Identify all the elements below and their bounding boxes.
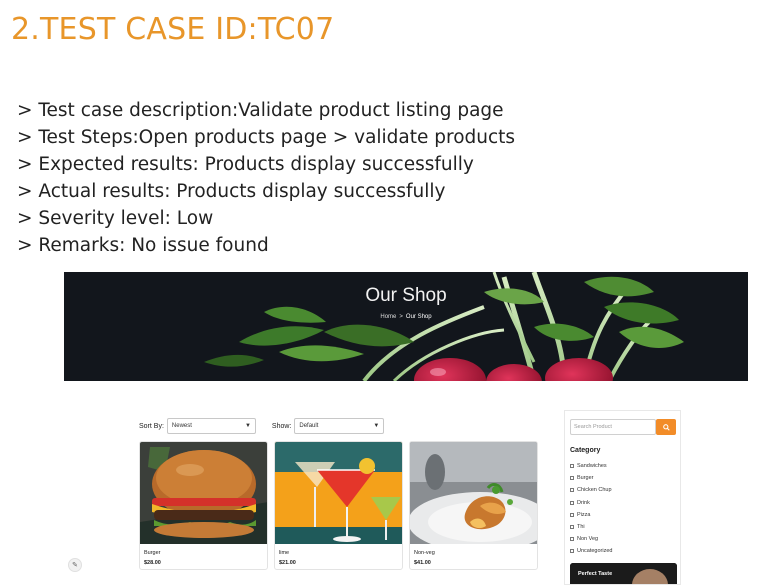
category-item[interactable]: Pizza — [570, 509, 612, 521]
non-veg-dish-photo — [410, 442, 537, 544]
category-list: Sandwiches Burger Chicken Chup Drink Piz… — [570, 460, 612, 558]
breadcrumb-current: Our Shop — [405, 314, 432, 320]
show-value: Default — [299, 423, 319, 429]
checkbox[interactable] — [570, 549, 574, 554]
category-item[interactable]: Uncategorized — [570, 545, 612, 557]
listing-toolbar: Sort By: Newest ▼ Show: Default ▼ — [139, 418, 385, 434]
category-label: Thi — [577, 524, 585, 531]
product-card[interactable]: Burger $28.00 — [139, 441, 268, 570]
category-label: Sandwiches — [577, 463, 607, 470]
promo-title: Perfect Taste — [578, 571, 613, 577]
category-item[interactable]: Burger — [570, 472, 612, 484]
category-item[interactable]: Sandwiches — [570, 460, 612, 472]
breadcrumb-separator: > — [399, 314, 403, 320]
product-name[interactable]: lime — [279, 550, 289, 556]
bullet-actual: > Actual results: Products display succe… — [17, 181, 446, 202]
slide-title: 2.TEST CASE ID:TC07 — [11, 12, 335, 47]
hero-title: Our Shop — [365, 285, 447, 306]
category-item[interactable]: Thi — [570, 521, 612, 533]
checkbox[interactable] — [570, 476, 574, 481]
search-input[interactable]: Search Product — [570, 419, 656, 435]
bullet-description: > Test case description:Validate product… — [17, 100, 504, 121]
show-label: Show: — [271, 422, 292, 430]
chevron-down-icon: ▼ — [244, 423, 251, 429]
product-price: $21.00 — [279, 560, 296, 566]
category-label: Non Veg — [577, 536, 599, 543]
checkbox[interactable] — [570, 488, 574, 493]
product-price: $41.00 — [414, 560, 431, 566]
category-label: Uncategorized — [577, 548, 613, 555]
edit-widget-icon[interactable]: ✎ — [68, 558, 82, 572]
product-name[interactable]: Non-veg — [414, 550, 435, 556]
checkbox[interactable] — [570, 512, 574, 517]
search-icon — [662, 423, 670, 431]
sort-value: Newest — [171, 423, 192, 429]
shop-hero-banner: Our Shop Home > Our Shop — [64, 272, 748, 381]
category-title: Category — [570, 447, 601, 454]
test-case-details: > Test case description:Validate product… — [17, 97, 617, 259]
chevron-down-icon: ▼ — [373, 423, 380, 429]
breadcrumb: Home > Our Shop — [64, 314, 748, 320]
cocktail-photo — [275, 442, 402, 544]
product-name[interactable]: Burger — [144, 550, 161, 556]
show-select[interactable]: Default ▼ — [294, 418, 385, 434]
checkbox[interactable] — [570, 525, 574, 530]
burger-photo — [140, 442, 267, 544]
sort-select[interactable]: Newest ▼ — [166, 418, 256, 434]
checkbox[interactable] — [570, 537, 574, 542]
search-button[interactable] — [656, 419, 676, 435]
breadcrumb-home[interactable]: Home — [380, 314, 396, 320]
product-card[interactable]: Non-veg $41.00 — [409, 441, 538, 570]
bullet-remarks: > Remarks: No issue found — [17, 235, 269, 256]
category-item[interactable]: Drink — [570, 497, 612, 509]
product-price: $28.00 — [144, 560, 161, 566]
product-card[interactable]: lime $21.00 — [274, 441, 403, 570]
checkbox[interactable] — [570, 500, 574, 505]
category-item[interactable]: Non Veg — [570, 533, 612, 545]
category-label: Burger — [577, 475, 594, 482]
sort-label: Sort By: — [139, 422, 164, 430]
category-label: Chicken Chup — [577, 487, 612, 494]
promo-banner[interactable]: Perfect Taste — [570, 563, 677, 584]
bullet-expected: > Expected results: Products display suc… — [17, 154, 474, 175]
category-label: Pizza — [577, 511, 591, 518]
category-label: Drink — [577, 499, 590, 506]
shop-sidebar: Search Product Category Sandwiches Burge… — [564, 410, 681, 585]
bullet-test-steps: > Test Steps:Open products page > valida… — [17, 127, 516, 148]
bullet-severity: > Severity level: Low — [17, 208, 214, 229]
category-item[interactable]: Chicken Chup — [570, 484, 612, 496]
checkbox[interactable] — [570, 464, 574, 469]
